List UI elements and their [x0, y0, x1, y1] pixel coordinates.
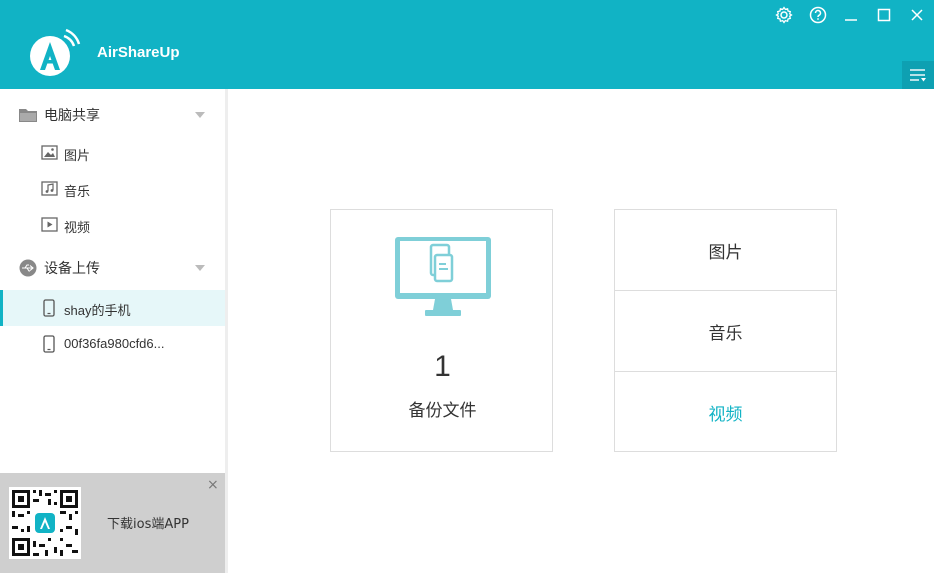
sidebar-item-video[interactable]: 视频	[0, 208, 225, 242]
backup-count: 1	[434, 350, 451, 383]
chevron-down-icon[interactable]	[195, 112, 205, 118]
section-computer-share-label: 电脑共享	[44, 108, 100, 124]
sidebar-item-images-label: 图片	[64, 149, 91, 164]
device-label: 00f36fa980cfd6...	[64, 336, 165, 351]
promo-text: 下载ios端APP	[107, 517, 189, 532]
menu-list-icon	[910, 69, 926, 82]
minimize-icon[interactable]	[840, 4, 862, 26]
chevron-down-icon[interactable]	[195, 265, 205, 271]
phone-icon	[43, 335, 55, 353]
section-device-upload[interactable]: 设备上传	[0, 250, 225, 286]
device-item-00f36fa980cfd6[interactable]: 00f36fa980cfd6...	[0, 326, 225, 362]
gear-icon[interactable]	[773, 4, 795, 26]
device-item-shay-phone[interactable]: shay的手机	[0, 290, 225, 326]
menu-button[interactable]	[902, 61, 934, 89]
section-device-upload-label: 设备上传	[44, 261, 100, 277]
music-icon	[41, 181, 58, 196]
section-computer-share[interactable]: 电脑共享	[0, 97, 225, 133]
sidebar-item-music-label: 音乐	[64, 185, 91, 200]
backup-files-card[interactable]: 1 备份文件	[330, 209, 553, 452]
active-indicator	[0, 290, 3, 326]
app-logo-icon	[30, 28, 81, 76]
sidebar-divider	[225, 89, 228, 573]
video-icon	[41, 217, 58, 232]
usb-icon	[19, 259, 37, 277]
help-icon[interactable]	[807, 4, 829, 26]
category-music[interactable]: 音乐	[615, 291, 836, 372]
sidebar-item-music[interactable]: 音乐	[0, 172, 225, 206]
qr-code	[9, 487, 81, 559]
close-icon[interactable]	[906, 4, 928, 26]
sidebar-item-video-label: 视频	[64, 221, 91, 236]
phone-icon	[43, 299, 55, 317]
app-title: AirShareUp	[97, 44, 180, 61]
sidebar-item-images[interactable]: 图片	[0, 136, 225, 170]
device-label: shay的手机	[64, 303, 131, 318]
category-images[interactable]: 图片	[615, 210, 836, 291]
app-header: AirShareUp	[0, 0, 934, 89]
category-card: 图片 音乐 视频	[614, 209, 837, 452]
folder-icon	[19, 109, 37, 122]
image-icon	[41, 145, 58, 160]
category-video[interactable]: 视频	[615, 372, 836, 453]
monitor-phone-icon	[395, 237, 491, 316]
backup-label: 备份文件	[408, 401, 477, 421]
close-icon[interactable]: ×	[207, 477, 219, 493]
ios-app-promo: 下载ios端APP ×	[0, 473, 225, 573]
maximize-icon[interactable]	[873, 4, 895, 26]
